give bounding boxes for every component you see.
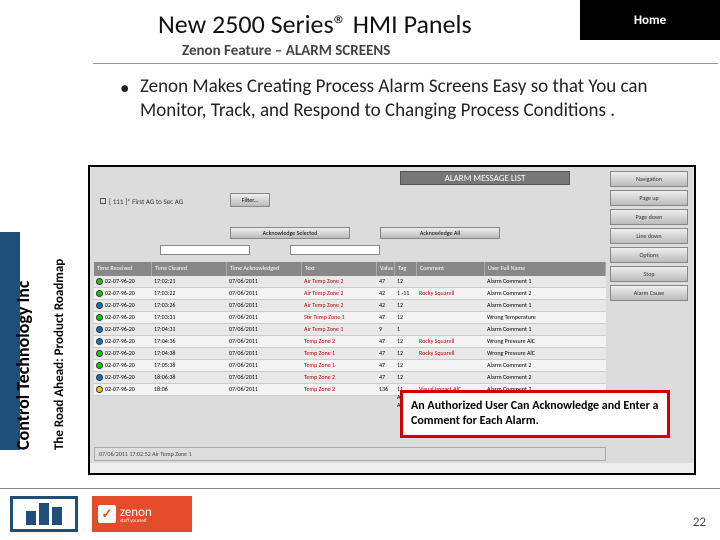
ss-btn-stop[interactable]: Stop [610,266,688,282]
table-row[interactable]: 02-07-96-2017:03:2207/06/2011Air Temp Zo… [94,288,606,300]
table-row[interactable]: 02-07-96-2018:06:3807/06/2011Temp Zone 2… [94,372,606,384]
table-row[interactable]: 02-07-96-2017:05:3807/06/2011Temp Zone 1… [94,360,606,372]
table-row[interactable]: 02-07-96-2017:04:3607/06/2011Temp Zone 2… [94,336,606,348]
status-led-icon [96,374,103,381]
table-row[interactable]: 02-07-96-2017:04:3807/06/2011Temp Zone 1… [94,348,606,360]
ss-statusbar: 07/06/2011 17:02:52 Air Temp Zone 1 [94,447,606,461]
slide-subtitle: Zenon Feature – ALARM SCREENS [182,42,390,60]
divider-top [93,63,718,64]
ss-btn-nav[interactable]: Navigation [610,171,688,187]
check-icon: ✓ [98,505,116,523]
ss-filter-text: [ 111 ]* First AG to Sec AG [100,197,183,206]
ss-ack-selected[interactable]: Acknowledge Selected [230,227,350,239]
table-row[interactable]: 02-07-96-2017:02:2107/06/2011Air Temp Zo… [94,276,606,288]
callout-box: An Authorized User Can Acknowledge and E… [400,390,670,438]
ss-table-header: Time Received Time Cleared Time Acknowle… [94,262,606,276]
bullet-text: • Zenon Makes Creating Process Alarm Scr… [140,75,660,123]
ss-right-buttons: Navigation Page up Page down Line down O… [610,171,688,304]
ss-btn-pageup[interactable]: Page up [610,190,688,206]
status-led-icon [96,350,103,357]
status-led-icon [96,278,103,285]
table-row[interactable]: 02-07-96-2017:03:3107/06/2011Stir Temp Z… [94,312,606,324]
status-led-icon [96,338,103,345]
divider-bottom [0,488,720,489]
ss-dropdown-1[interactable] [160,245,250,255]
checkbox-icon[interactable] [100,198,106,204]
company-name-vertical: Control Technology Inc [12,281,34,450]
ss-btn-cause[interactable]: Alarm Cause [610,285,688,301]
slide-title: New 2500 Series® HMI Panels [158,8,472,40]
ss-btn-linedown[interactable]: Line down [610,228,688,244]
ss-ack-all[interactable]: Acknowledge All [380,227,500,239]
status-led-icon [96,326,103,333]
ss-table: 02-07-96-2017:02:2107/06/2011Air Temp Zo… [94,276,606,396]
ss-dropdown-2[interactable] [290,245,380,255]
page-number: 22 [693,515,706,530]
zenon-logo: ✓ zenonstuff yourself [92,496,192,532]
status-led-icon [96,290,103,297]
ss-btn-pagedown[interactable]: Page down [610,209,688,225]
table-row[interactable]: 02-07-96-2017:03:2607/06/2011Air Temp Zo… [94,300,606,312]
status-led-icon [96,314,103,321]
bullet-content: Zenon Makes Creating Process Alarm Scree… [140,75,648,122]
ss-filter-button[interactable]: Filter... [230,193,270,207]
ss-window-title: ALARM MESSAGE LIST [400,171,570,185]
status-led-icon [96,386,103,393]
home-button[interactable]: Home [580,0,720,40]
status-led-icon [96,362,103,369]
tagline-vertical: The Road Ahead: Product Roadmap [52,259,67,450]
ss-btn-options[interactable]: Options [610,247,688,263]
cti-logo [10,496,78,532]
status-led-icon [96,302,103,309]
table-row[interactable]: 02-07-96-2017:04:3107/06/2011Air Temp Zo… [94,324,606,336]
bullet-icon: • [120,77,129,101]
ss-bottom-bar [90,463,694,473]
